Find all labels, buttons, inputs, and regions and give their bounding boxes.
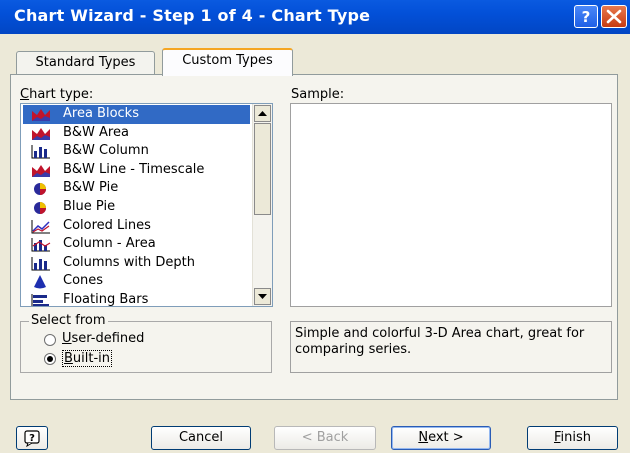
arrow-up-icon	[258, 111, 267, 116]
user-defined-label[interactable]: User-defined	[62, 331, 144, 346]
list-item-label: Area Blocks	[63, 106, 139, 121]
scroll-down-button[interactable]	[254, 288, 271, 305]
user-defined-radio[interactable]	[44, 334, 56, 346]
list-item-bw-pie[interactable]: B&W Pie	[23, 179, 250, 198]
list-item-label: Blue Pie	[63, 198, 116, 214]
built-in-text: uilt-in	[72, 351, 111, 366]
list-item-bw-area[interactable]: B&W Area	[23, 124, 250, 143]
list-item-label: B&W Column	[63, 143, 149, 159]
next-button[interactable]: Next >	[391, 426, 491, 450]
list-item-bw-column[interactable]: B&W Column	[23, 142, 250, 161]
finish-text: inish	[560, 430, 592, 445]
svg-text:?: ?	[29, 433, 35, 444]
list-item-column-area[interactable]: Column - Area	[23, 235, 250, 254]
title-bar[interactable]: Chart Wizard - Step 1 of 4 - Chart Type …	[0, 0, 630, 34]
list-item-colored-lines[interactable]: Colored Lines	[23, 217, 250, 236]
area-chart-icon	[32, 164, 50, 177]
pie-chart-icon	[34, 183, 46, 196]
list-item-label: B&W Line - Timescale	[63, 161, 205, 177]
help-icon: ?	[24, 430, 40, 448]
column-chart-icon	[31, 256, 50, 271]
line-chart-icon	[31, 219, 50, 234]
column-chart-icon	[31, 145, 50, 159]
list-item-area-blocks[interactable]: Area Blocks	[23, 105, 250, 124]
user-defined-accel: U	[62, 331, 72, 346]
sample-preview	[290, 103, 612, 307]
built-in-label[interactable]: Built-in	[62, 350, 113, 367]
list-item-cones[interactable]: Cones	[23, 272, 250, 291]
bar-chart-icon	[31, 293, 49, 306]
close-button[interactable]	[601, 5, 627, 28]
chart-type-label-text: hart type:	[29, 87, 94, 102]
list-item-label: Colored Lines	[63, 217, 151, 233]
list-item-floating-bars[interactable]: Floating Bars	[23, 291, 250, 307]
chart-description: Simple and colorful 3-D Area chart, grea…	[290, 321, 612, 373]
tab-custom-types[interactable]: Custom Types	[162, 48, 293, 76]
list-item-blue-pie[interactable]: Blue Pie	[23, 198, 250, 217]
scroll-up-button[interactable]	[254, 105, 271, 122]
list-item-label: B&W Area	[63, 124, 129, 140]
area-chart-icon	[32, 127, 50, 140]
window-title: Chart Wizard - Step 1 of 4 - Chart Type	[14, 6, 371, 25]
list-item-label: B&W Pie	[63, 180, 119, 196]
chart-type-list[interactable]: Area Blocks B&W Area B&W Column B&W Line…	[20, 103, 273, 307]
scroll-thumb[interactable]	[254, 123, 271, 215]
back-button[interactable]: < Back	[274, 426, 376, 450]
select-from-group	[20, 321, 272, 373]
list-scrollbar[interactable]	[252, 104, 272, 306]
list-item-label: Columns with Depth	[63, 254, 195, 270]
sample-label: Sample:	[291, 87, 345, 102]
pie-chart-icon	[34, 201, 46, 214]
chart-type-label: Chart type:	[20, 87, 93, 102]
list-item-label: Floating Bars	[63, 291, 149, 307]
built-in-accel: B	[64, 351, 73, 366]
column-area-chart-icon	[31, 238, 51, 252]
list-item-columns-with-depth[interactable]: Columns with Depth	[23, 254, 250, 273]
user-defined-text: ser-defined	[71, 331, 145, 346]
cancel-button[interactable]: Cancel	[151, 426, 251, 450]
chart-type-label-accel: C	[20, 87, 30, 102]
list-item-bw-line-timescale[interactable]: B&W Line - Timescale	[23, 161, 250, 180]
help-button[interactable]: ?	[574, 5, 598, 28]
tab-standard-types[interactable]: Standard Types	[16, 51, 155, 75]
next-text: ext >	[428, 430, 464, 445]
close-icon	[606, 9, 622, 24]
cone-chart-icon	[34, 275, 46, 289]
list-item-label: Cones	[63, 273, 104, 289]
arrow-down-icon	[258, 294, 267, 299]
question-mark-icon: ?	[582, 8, 591, 26]
office-assistant-button[interactable]: ?	[16, 426, 48, 450]
built-in-radio[interactable]	[44, 353, 56, 365]
list-item-label: Column - Area	[63, 236, 156, 252]
select-from-legend: Select from	[29, 313, 108, 328]
svg-text:?: ?	[582, 8, 591, 26]
area-chart-icon	[32, 109, 50, 121]
finish-button[interactable]: Finish	[527, 426, 618, 450]
chart-wizard-dialog: Chart Wizard - Step 1 of 4 - Chart Type …	[0, 0, 630, 453]
next-accel: N	[418, 430, 429, 445]
